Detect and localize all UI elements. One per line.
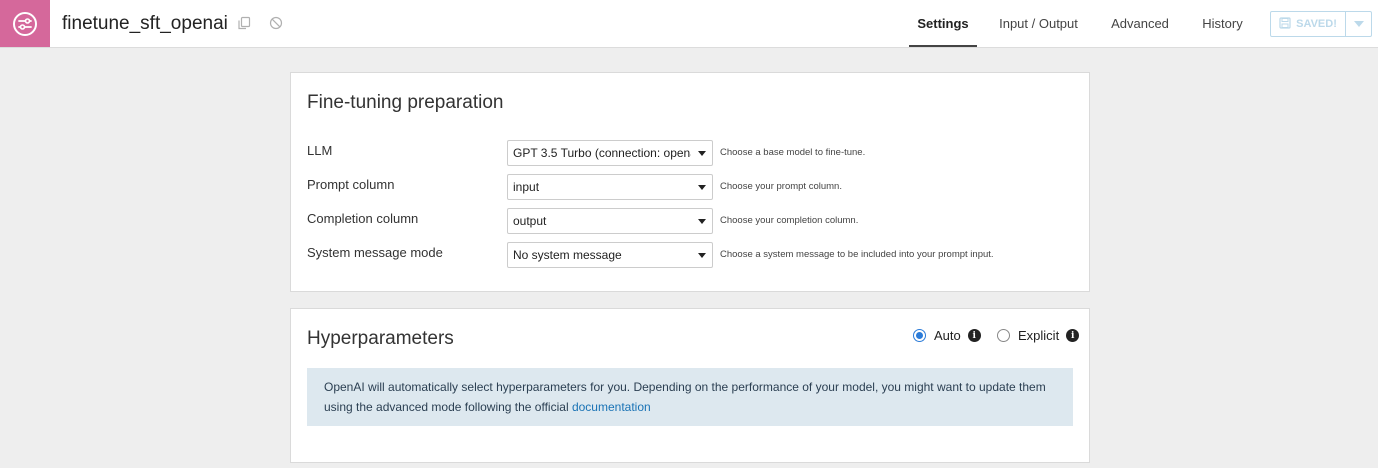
hyperparameters-card: Hyperparameters Auto i Explicit i OpenAI… [290,308,1090,463]
save-button[interactable]: SAVED! [1270,11,1346,37]
radio-unselected-icon[interactable] [997,329,1010,342]
no-go-icon[interactable] [268,15,284,31]
tab-history[interactable]: History [1194,0,1251,47]
prompt-column-help: Choose your prompt column. [720,181,842,192]
auto-hyperparameters-notice: OpenAI will automatically select hyperpa… [307,368,1073,426]
completion-column-select[interactable]: output [507,208,713,234]
copy-icon[interactable] [236,15,252,31]
system-message-mode-row: System message mode No system message Ch… [307,242,1077,268]
llm-row: LLM GPT 3.5 Turbo (connection: openai) C… [307,140,1077,166]
caret-down-icon [698,151,706,156]
llm-select[interactable]: GPT 3.5 Turbo (connection: openai) [507,140,713,166]
llm-select-value: GPT 3.5 Turbo (connection: openai) [513,146,691,160]
system-message-mode-help: Choose a system message to be included i… [720,249,994,260]
system-message-mode-select-value: No system message [513,248,622,262]
explicit-mode-radio[interactable]: Explicit i [997,328,1080,343]
prompt-column-select[interactable]: input [507,174,713,200]
explicit-mode-label: Explicit [1018,328,1060,343]
fine-tuning-preparation-card: Fine-tuning preparation LLM GPT 3.5 Turb… [290,72,1090,292]
caret-down-icon [1353,21,1364,27]
save-button-group: SAVED! [1270,11,1372,37]
tab-settings[interactable]: Settings [909,0,977,47]
recipe-title: finetune_sft_openai [62,13,228,34]
completion-column-select-value: output [513,214,547,228]
auto-mode-radio[interactable]: Auto i [913,328,981,343]
radio-selected-icon[interactable] [913,329,926,342]
save-dropdown-toggle[interactable] [1346,11,1372,37]
documentation-link[interactable]: documentation [572,400,651,414]
llm-label: LLM [307,143,333,158]
tab-advanced[interactable]: Advanced [1105,0,1175,47]
prompt-column-row: Prompt column input Choose your prompt c… [307,174,1077,200]
caret-down-icon [698,185,706,190]
fine-tuning-preparation-title: Fine-tuning preparation [307,92,504,113]
system-message-mode-select[interactable]: No system message [507,242,713,268]
auto-mode-label: Auto [934,328,961,343]
llm-help: Choose a base model to fine-tune. [720,147,866,158]
floppy-disk-icon [1279,16,1291,32]
recipe-sliders-icon[interactable] [0,0,50,47]
hyperparameters-title: Hyperparameters [307,328,454,349]
prompt-column-select-value: input [513,180,540,194]
prompt-column-label: Prompt column [307,177,395,192]
notice-text: OpenAI will automatically select hyperpa… [324,380,1046,414]
completion-column-help: Choose your completion column. [720,215,859,226]
top-bar: finetune_sft_openai Settings Input / Out… [0,0,1378,48]
info-icon[interactable]: i [1066,329,1080,342]
info-icon[interactable]: i [967,329,981,342]
save-button-label: SAVED! [1296,18,1337,30]
completion-column-label: Completion column [307,211,419,226]
system-message-mode-label: System message mode [307,245,443,260]
tab-input-output[interactable]: Input / Output [990,0,1087,47]
caret-down-icon [698,219,706,224]
completion-column-row: Completion column output Choose your com… [307,208,1077,234]
caret-down-icon [698,253,706,258]
